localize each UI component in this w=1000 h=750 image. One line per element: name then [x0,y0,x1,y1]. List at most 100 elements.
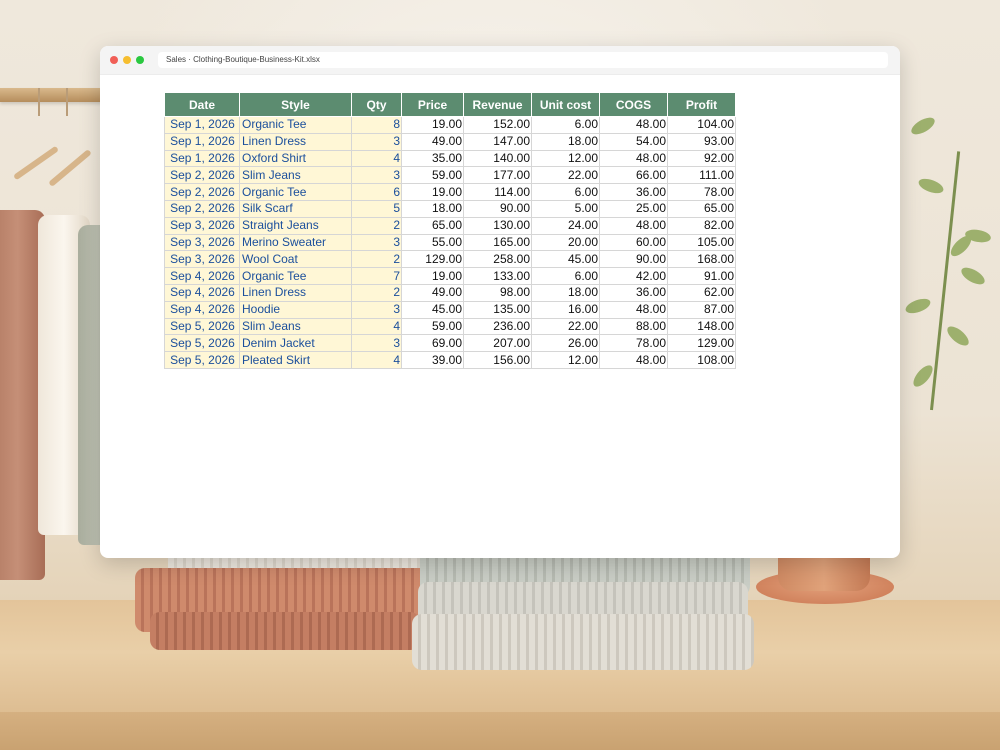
cell-profit[interactable]: 105.00 [667,233,736,252]
column-header-style[interactable]: Style [239,92,352,117]
cell-style[interactable]: Wool Coat [239,250,352,269]
cell-unit-cost[interactable]: 24.00 [531,216,600,235]
cell-profit[interactable]: 91.00 [667,267,736,285]
cell-profit[interactable]: 148.00 [667,317,736,336]
cell-qty[interactable]: 3 [351,300,402,319]
cell-unit-cost[interactable]: 6.00 [531,267,600,285]
cell-revenue[interactable]: 90.00 [463,199,532,218]
cell-style[interactable]: Slim Jeans [239,166,352,185]
cell-unit-cost[interactable]: 20.00 [531,233,600,252]
cell-price[interactable]: 45.00 [401,300,464,319]
cell-style[interactable]: Organic Tee [239,183,352,201]
cell-qty[interactable]: 5 [351,199,402,218]
cell-revenue[interactable]: 98.00 [463,283,532,302]
cell-date[interactable]: Sep 3, 2026 [164,250,240,269]
cell-profit[interactable]: 78.00 [667,183,736,201]
cell-cogs[interactable]: 88.00 [599,317,668,336]
cell-profit[interactable]: 82.00 [667,216,736,235]
cell-profit[interactable]: 65.00 [667,199,736,218]
cell-cogs[interactable]: 48.00 [599,300,668,319]
cell-revenue[interactable]: 156.00 [463,351,532,369]
cell-date[interactable]: Sep 4, 2026 [164,267,240,285]
cell-style[interactable]: Merino Sweater [239,233,352,252]
close-window-button[interactable] [110,56,118,64]
cell-profit[interactable]: 168.00 [667,250,736,269]
cell-style[interactable]: Oxford Shirt [239,149,352,168]
cell-cogs[interactable]: 78.00 [599,334,668,353]
cell-revenue[interactable]: 152.00 [463,116,532,134]
cell-unit-cost[interactable]: 16.00 [531,300,600,319]
cell-style[interactable]: Hoodie [239,300,352,319]
column-header-profit[interactable]: Profit [667,92,736,117]
cell-price[interactable]: 35.00 [401,149,464,168]
cell-profit[interactable]: 92.00 [667,149,736,168]
cell-cogs[interactable]: 60.00 [599,233,668,252]
cell-cogs[interactable]: 36.00 [599,283,668,302]
cell-price[interactable]: 69.00 [401,334,464,353]
cell-qty[interactable]: 4 [351,317,402,336]
cell-style[interactable]: Organic Tee [239,267,352,285]
cell-price[interactable]: 55.00 [401,233,464,252]
cell-unit-cost[interactable]: 22.00 [531,317,600,336]
cell-profit[interactable]: 108.00 [667,351,736,369]
cell-qty[interactable]: 3 [351,334,402,353]
cell-unit-cost[interactable]: 18.00 [531,132,600,151]
cell-date[interactable]: Sep 2, 2026 [164,199,240,218]
cell-qty[interactable]: 3 [351,233,402,252]
cell-date[interactable]: Sep 5, 2026 [164,351,240,369]
cell-price[interactable]: 49.00 [401,132,464,151]
cell-profit[interactable]: 93.00 [667,132,736,151]
cell-date[interactable]: Sep 4, 2026 [164,283,240,302]
cell-revenue[interactable]: 140.00 [463,149,532,168]
cell-price[interactable]: 19.00 [401,183,464,201]
cell-style[interactable]: Linen Dress [239,132,352,151]
cell-unit-cost[interactable]: 6.00 [531,183,600,201]
cell-qty[interactable]: 2 [351,216,402,235]
cell-qty[interactable]: 6 [351,183,402,201]
cell-unit-cost[interactable]: 18.00 [531,283,600,302]
cell-date[interactable]: Sep 3, 2026 [164,216,240,235]
column-header-qty[interactable]: Qty [351,92,402,117]
cell-date[interactable]: Sep 4, 2026 [164,300,240,319]
cell-cogs[interactable]: 42.00 [599,267,668,285]
cell-price[interactable]: 19.00 [401,116,464,134]
cell-profit[interactable]: 129.00 [667,334,736,353]
cell-revenue[interactable]: 207.00 [463,334,532,353]
column-header-price[interactable]: Price [401,92,464,117]
cell-cogs[interactable]: 48.00 [599,116,668,134]
cell-profit[interactable]: 87.00 [667,300,736,319]
cell-price[interactable]: 19.00 [401,267,464,285]
column-header-revenue[interactable]: Revenue [463,92,532,117]
cell-cogs[interactable]: 36.00 [599,183,668,201]
cell-cogs[interactable]: 90.00 [599,250,668,269]
cell-date[interactable]: Sep 3, 2026 [164,233,240,252]
cell-qty[interactable]: 4 [351,351,402,369]
cell-profit[interactable]: 104.00 [667,116,736,134]
cell-price[interactable]: 39.00 [401,351,464,369]
cell-date[interactable]: Sep 2, 2026 [164,183,240,201]
cell-date[interactable]: Sep 1, 2026 [164,132,240,151]
cell-cogs[interactable]: 54.00 [599,132,668,151]
cell-cogs[interactable]: 66.00 [599,166,668,185]
cell-price[interactable]: 59.00 [401,317,464,336]
column-header-date[interactable]: Date [164,92,240,117]
cell-date[interactable]: Sep 5, 2026 [164,317,240,336]
cell-revenue[interactable]: 114.00 [463,183,532,201]
cell-style[interactable]: Linen Dress [239,283,352,302]
address-bar[interactable]: Sales · Clothing-Boutique-Business-Kit.x… [158,52,888,68]
cell-price[interactable]: 59.00 [401,166,464,185]
cell-profit[interactable]: 62.00 [667,283,736,302]
cell-revenue[interactable]: 147.00 [463,132,532,151]
cell-unit-cost[interactable]: 45.00 [531,250,600,269]
column-header-unit-cost[interactable]: Unit cost [531,92,600,117]
cell-unit-cost[interactable]: 26.00 [531,334,600,353]
cell-qty[interactable]: 4 [351,149,402,168]
minimize-window-button[interactable] [123,56,131,64]
cell-style[interactable]: Denim Jacket [239,334,352,353]
cell-unit-cost[interactable]: 22.00 [531,166,600,185]
cell-price[interactable]: 18.00 [401,199,464,218]
cell-unit-cost[interactable]: 5.00 [531,199,600,218]
cell-qty[interactable]: 8 [351,116,402,134]
cell-style[interactable]: Slim Jeans [239,317,352,336]
cell-unit-cost[interactable]: 12.00 [531,351,600,369]
